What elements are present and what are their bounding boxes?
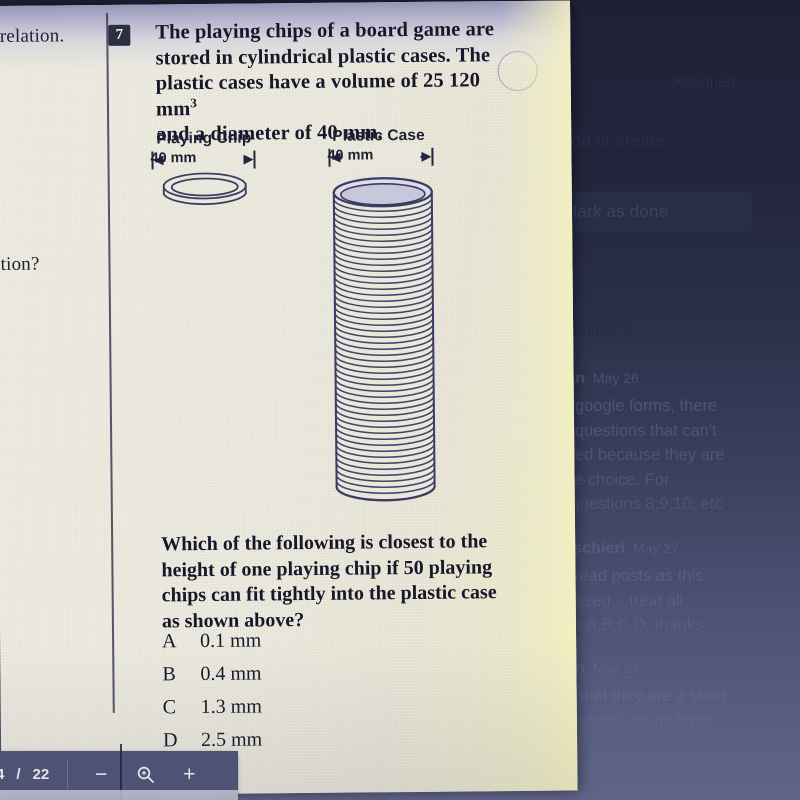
figure-diagram: Playing Chip Plastic Case 40 mm 40 mm [0, 0, 574, 502]
answer-option-b[interactable]: B 0.4 mm [162, 660, 492, 696]
option-letter: A [162, 630, 177, 653]
option-letter: B [162, 663, 176, 686]
chip-dimension-label: 40 mm [150, 150, 197, 167]
screenshot-stage: Assigned Add or create Mark as done comm… [0, 0, 800, 800]
worksheet-page: r relation. lation? 7 The playing chips … [0, 0, 578, 796]
comment-date: May 27 [592, 660, 639, 676]
mark-as-done-label: Mark as done [563, 202, 669, 221]
option-letter: D [162, 729, 178, 752]
comment-item[interactable]: njanMay 27 ant that they are a short que… [552, 660, 800, 733]
zoom-controls: − + [68, 763, 200, 785]
case-dimension-label: 40 mm [327, 147, 374, 164]
option-value: 1.3 mm [200, 695, 262, 719]
figure-svg [151, 144, 436, 502]
add-or-create-button[interactable]: Add or create [560, 131, 665, 151]
page-indicator[interactable]: 4 / 22 [0, 766, 49, 783]
comment-text: se read posts as this dressed....treat a… [552, 567, 704, 634]
zoom-in-button[interactable]: + [178, 763, 200, 785]
comment-text: he google forms, there he questions that… [552, 397, 725, 513]
comment-item[interactable]: njanMay 26 he google forms, there he que… [552, 370, 800, 517]
zoom-out-button[interactable]: − [90, 763, 112, 785]
option-value: 0.4 mm [200, 662, 262, 686]
assignment-status-label: Assigned [672, 74, 736, 91]
bottom-edge-strip [0, 790, 238, 800]
current-page-number: 4 [0, 765, 5, 783]
option-letter: C [162, 696, 177, 719]
comment-item[interactable]: CuschieriMay 27 se read posts as this dr… [552, 540, 800, 638]
answer-option-c[interactable]: C 1.3 mm [163, 693, 493, 729]
question-tail-text: Which of the following is closest to the… [161, 530, 497, 632]
option-value: 2.5 mm [200, 728, 263, 752]
page-separator: / [16, 765, 21, 783]
option-value: 0.1 mm [199, 629, 262, 653]
comment-text: ant that they are a short questions not … [552, 687, 727, 730]
comment-date: May 26 [592, 370, 639, 386]
magnifier-icon[interactable] [134, 763, 156, 785]
total-page-count: 22 [32, 765, 50, 783]
answer-option-a[interactable]: A 0.1 mm [162, 627, 492, 663]
comment-date: May 27 [632, 540, 679, 556]
answer-options-list: A 0.1 mm B 0.4 mm C 1.3 mm D 2.5 mm [162, 627, 493, 762]
